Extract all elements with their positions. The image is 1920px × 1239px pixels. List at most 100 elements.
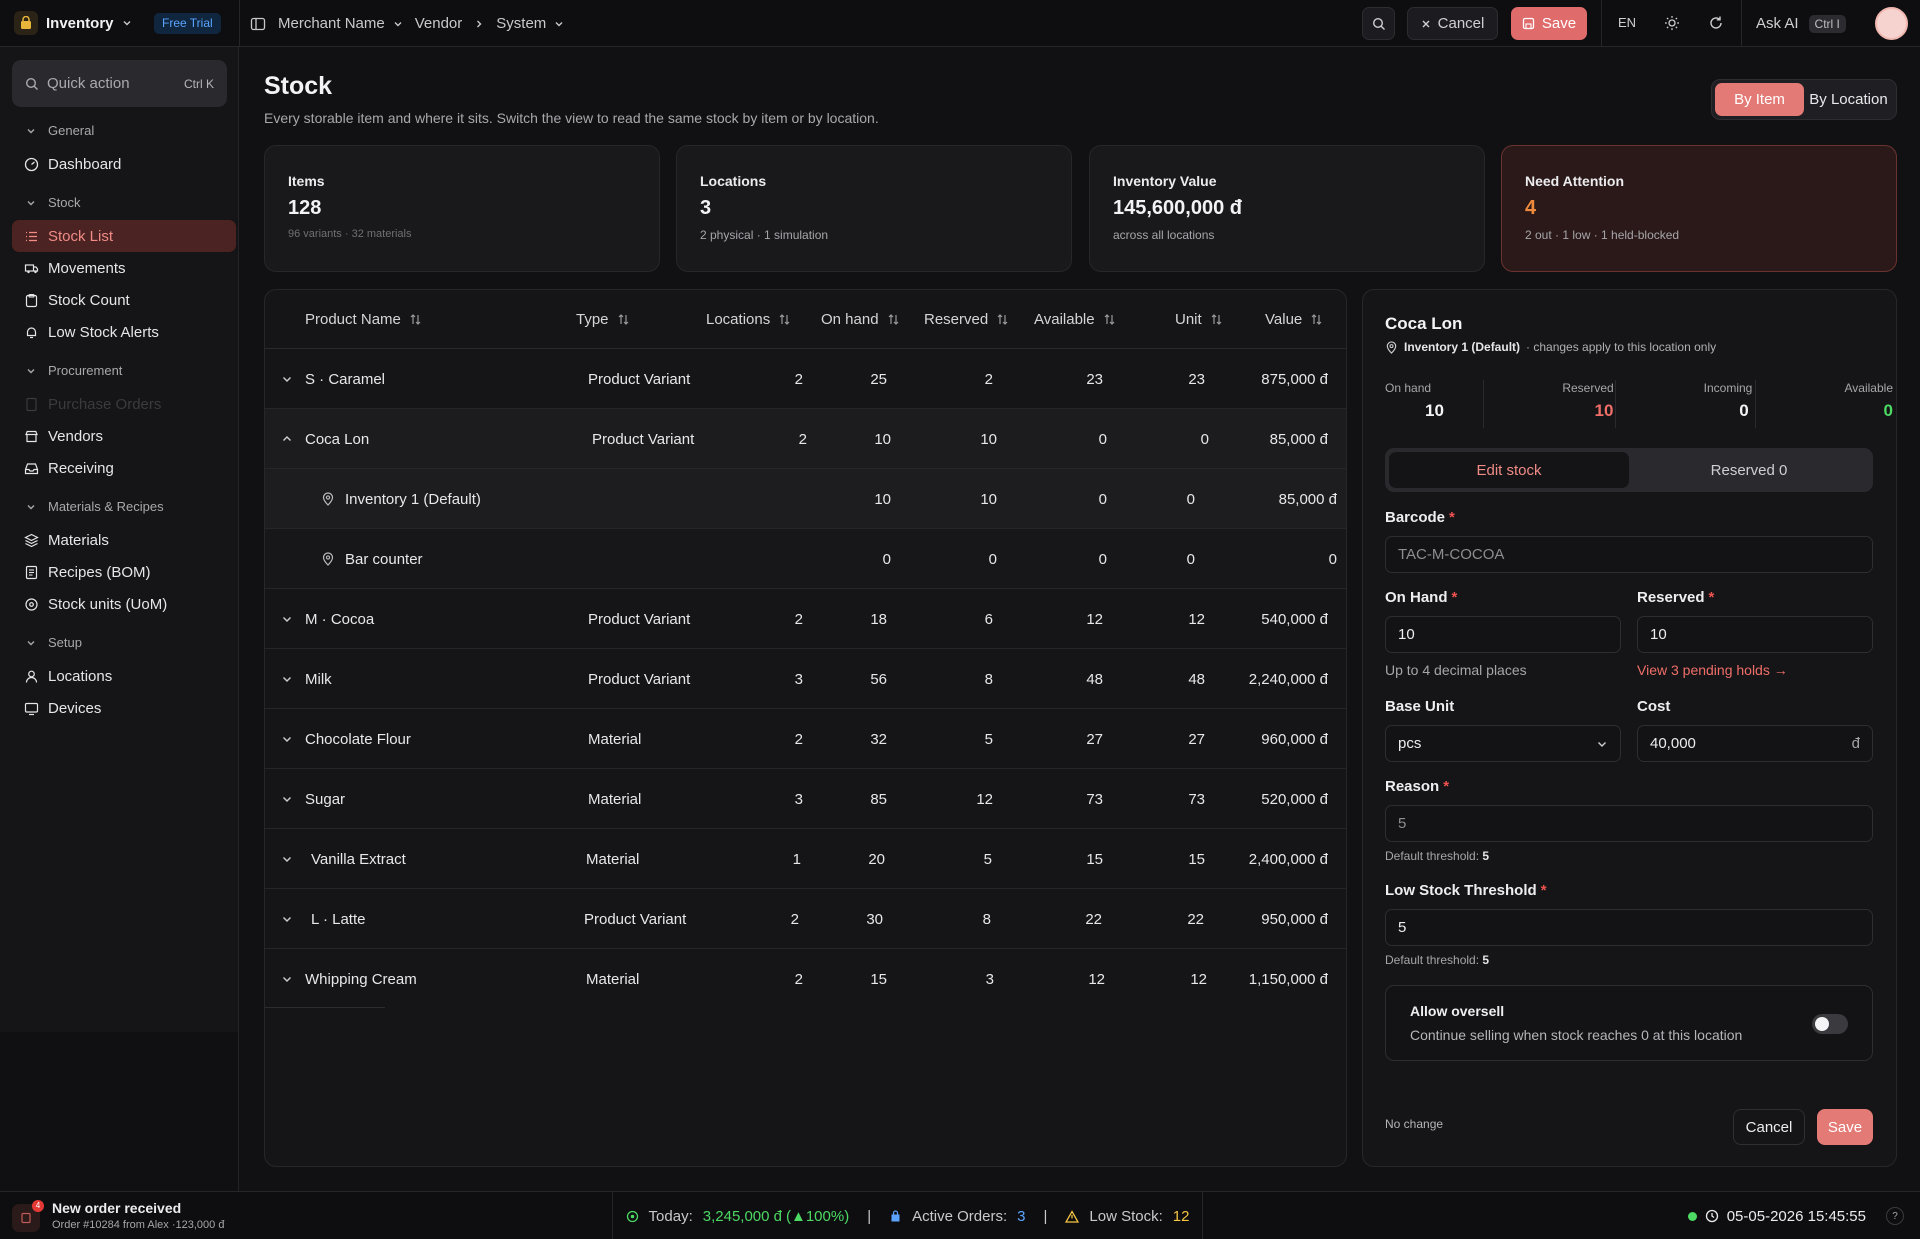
- card-label: Items: [288, 173, 325, 189]
- reserved-label-text: Reserved: [1637, 589, 1705, 606]
- tab-edit-stock[interactable]: Edit stock: [1389, 452, 1629, 488]
- reason-field[interactable]: 5: [1385, 805, 1873, 842]
- panel-cancel-button[interactable]: Cancel: [1733, 1109, 1805, 1145]
- reserved-field[interactable]: 10: [1637, 616, 1873, 653]
- section-materials[interactable]: Materials & Recipes: [26, 499, 164, 514]
- breadcrumb-system[interactable]: System: [496, 15, 564, 32]
- section-procurement[interactable]: Procurement: [26, 363, 122, 378]
- column-product-name[interactable]: Product Name: [305, 290, 422, 349]
- tab-reserved[interactable]: Reserved 0: [1629, 452, 1869, 488]
- column-value[interactable]: Value: [1265, 290, 1323, 349]
- app-switcher[interactable]: Inventory: [14, 11, 132, 35]
- avatar[interactable]: [1875, 7, 1908, 40]
- refresh-button[interactable]: [1708, 15, 1724, 31]
- view-by-location[interactable]: By Location: [1804, 83, 1893, 116]
- column-reserved[interactable]: Reserved: [924, 290, 1009, 349]
- sidebar-toggle-icon[interactable]: [250, 16, 266, 32]
- table-row[interactable]: Whipping Cream Material 2 15 3 12 12 1,1…: [265, 949, 1346, 1009]
- low-threshold-field[interactable]: 5: [1385, 909, 1873, 946]
- view-pending-holds-link[interactable]: View 3 pending holds →: [1637, 662, 1788, 678]
- sidebar-item-recipes[interactable]: Recipes (BOM): [12, 556, 236, 588]
- cell-reserved: 10: [980, 430, 997, 448]
- cell-reserved: 8: [984, 670, 993, 688]
- panel-save-button[interactable]: Save: [1817, 1109, 1873, 1145]
- sidebar-item-receiving[interactable]: Receiving: [12, 452, 236, 484]
- table-row[interactable]: Vanilla Extract Material 1 20 5 15 15 2,…: [265, 829, 1346, 889]
- table-row[interactable]: M · Cocoa Product Variant 2 18 6 12 12 5…: [265, 589, 1346, 649]
- stat-card-need-attention[interactable]: Need Attention 4 2 out · 1 low · 1 held-…: [1501, 145, 1897, 272]
- column-locations[interactable]: Locations: [706, 290, 791, 349]
- location-sub-row[interactable]: Inventory 1 (Default) 10 10 0 0 85,000 đ: [265, 469, 1346, 529]
- column-available[interactable]: Available: [1034, 290, 1116, 349]
- save-button[interactable]: Save: [1511, 7, 1587, 40]
- table-row[interactable]: Chocolate Flour Material 2 32 5 27 27 96…: [265, 709, 1346, 769]
- allow-oversell-toggle[interactable]: [1812, 1014, 1848, 1034]
- ask-ai-button[interactable]: Ask AI Ctrl I: [1748, 7, 1860, 40]
- low-threshold-default: Default threshold: 5: [1385, 953, 1489, 967]
- stat-card-locations[interactable]: Locations 3 2 physical · 1 simulation: [676, 145, 1072, 272]
- sidebar-item-dashboard[interactable]: Dashboard: [12, 148, 236, 180]
- clipboard-icon: [25, 293, 38, 307]
- search-button[interactable]: [1362, 7, 1395, 40]
- expand-row-toggle[interactable]: [277, 589, 297, 649]
- location-sub-row[interactable]: Bar counter 0 0 0 0 0: [265, 529, 1346, 589]
- cell-name: M · Cocoa: [305, 610, 375, 628]
- help-icon[interactable]: ?: [1886, 1207, 1904, 1225]
- table-row[interactable]: Milk Product Variant 3 56 8 48 48 2,240,…: [265, 649, 1346, 709]
- breadcrumb-vendor[interactable]: Vendor: [415, 15, 463, 32]
- expand-row-toggle[interactable]: [277, 889, 297, 949]
- table-row[interactable]: S · Caramel Product Variant 2 25 2 23 23…: [265, 349, 1346, 409]
- threshold-value: 5: [1482, 953, 1490, 967]
- sidebar-item-devices[interactable]: Devices: [12, 692, 236, 724]
- cell-locations: 2: [794, 370, 803, 388]
- cost-field[interactable]: 40,000 đ: [1637, 725, 1873, 762]
- section-stock[interactable]: Stock: [26, 195, 81, 210]
- chevron-down-icon: [27, 128, 35, 133]
- column-type[interactable]: Type: [576, 290, 630, 349]
- sidebar-item-stock-list[interactable]: Stock List: [12, 220, 236, 252]
- section-setup[interactable]: Setup: [26, 635, 82, 650]
- sidebar-item-materials[interactable]: Materials: [12, 524, 236, 556]
- column-on-hand[interactable]: On hand: [821, 290, 900, 349]
- sidebar-item-low-stock-alerts[interactable]: Low Stock Alerts: [12, 316, 236, 348]
- sidebar-item-vendors[interactable]: Vendors: [12, 420, 236, 452]
- cell-locations: 3: [794, 670, 803, 688]
- column-unit[interactable]: Unit: [1175, 290, 1223, 349]
- sidebar-item-movements[interactable]: Movements: [12, 252, 236, 284]
- cell-unit: 23: [1188, 370, 1205, 388]
- cell-type: Product Variant: [588, 370, 691, 388]
- expand-row-toggle[interactable]: [277, 829, 297, 889]
- quick-action-search[interactable]: Quick action Ctrl K: [12, 60, 227, 107]
- expand-row-toggle[interactable]: [277, 649, 297, 709]
- stat-card-items[interactable]: Items 128 96 variants · 32 materials: [264, 145, 660, 272]
- collapse-row-toggle[interactable]: [277, 409, 297, 469]
- expand-row-toggle[interactable]: [277, 949, 297, 1009]
- sidebar-item-purchase-orders[interactable]: Purchase Orders: [12, 388, 236, 420]
- sidebar-item-stock-count[interactable]: Stock Count: [12, 284, 236, 316]
- expand-row-toggle[interactable]: [277, 769, 297, 829]
- sub-row-name: Inventory 1 (Default): [345, 490, 481, 508]
- cancel-button[interactable]: Cancel: [1407, 7, 1498, 40]
- sidebar-item-locations[interactable]: Locations: [12, 660, 236, 692]
- notification-toast[interactable]: 4 New order received Order #10284 from A…: [12, 1200, 224, 1232]
- view-by-item[interactable]: By Item: [1715, 83, 1804, 116]
- sidebar-item-stock-units[interactable]: Stock units (UoM): [12, 588, 236, 620]
- language-switch[interactable]: EN: [1618, 15, 1636, 30]
- stat-card-inventory-value[interactable]: Inventory Value 145,600,000 đ across all…: [1089, 145, 1485, 272]
- cell-available: 0: [1098, 490, 1107, 508]
- expand-row-toggle[interactable]: [277, 709, 297, 769]
- cell-reserved: 5: [983, 850, 992, 868]
- table-row[interactable]: Sugar Material 3 85 12 73 73 520,000 đ: [265, 769, 1346, 829]
- base-unit-select[interactable]: pcs: [1385, 725, 1621, 762]
- breadcrumb-merchant[interactable]: Merchant Name: [278, 15, 403, 32]
- table-row-expanded[interactable]: Coca Lon Product Variant 2 10 10 0 0 85,…: [265, 409, 1346, 469]
- on-hand-field[interactable]: 10: [1385, 616, 1621, 653]
- stat-label: Available: [1844, 381, 1893, 395]
- expand-row-toggle[interactable]: [277, 349, 297, 409]
- active-orders-value: 3: [1017, 1207, 1026, 1225]
- theme-toggle[interactable]: [1664, 15, 1680, 31]
- table-row[interactable]: L · Latte Product Variant 2 30 8 22 22 9…: [265, 889, 1346, 949]
- barcode-field[interactable]: TAC-M-COCOA: [1385, 536, 1873, 573]
- cell-name: Coca Lon: [305, 430, 370, 448]
- section-general[interactable]: General: [26, 123, 94, 138]
